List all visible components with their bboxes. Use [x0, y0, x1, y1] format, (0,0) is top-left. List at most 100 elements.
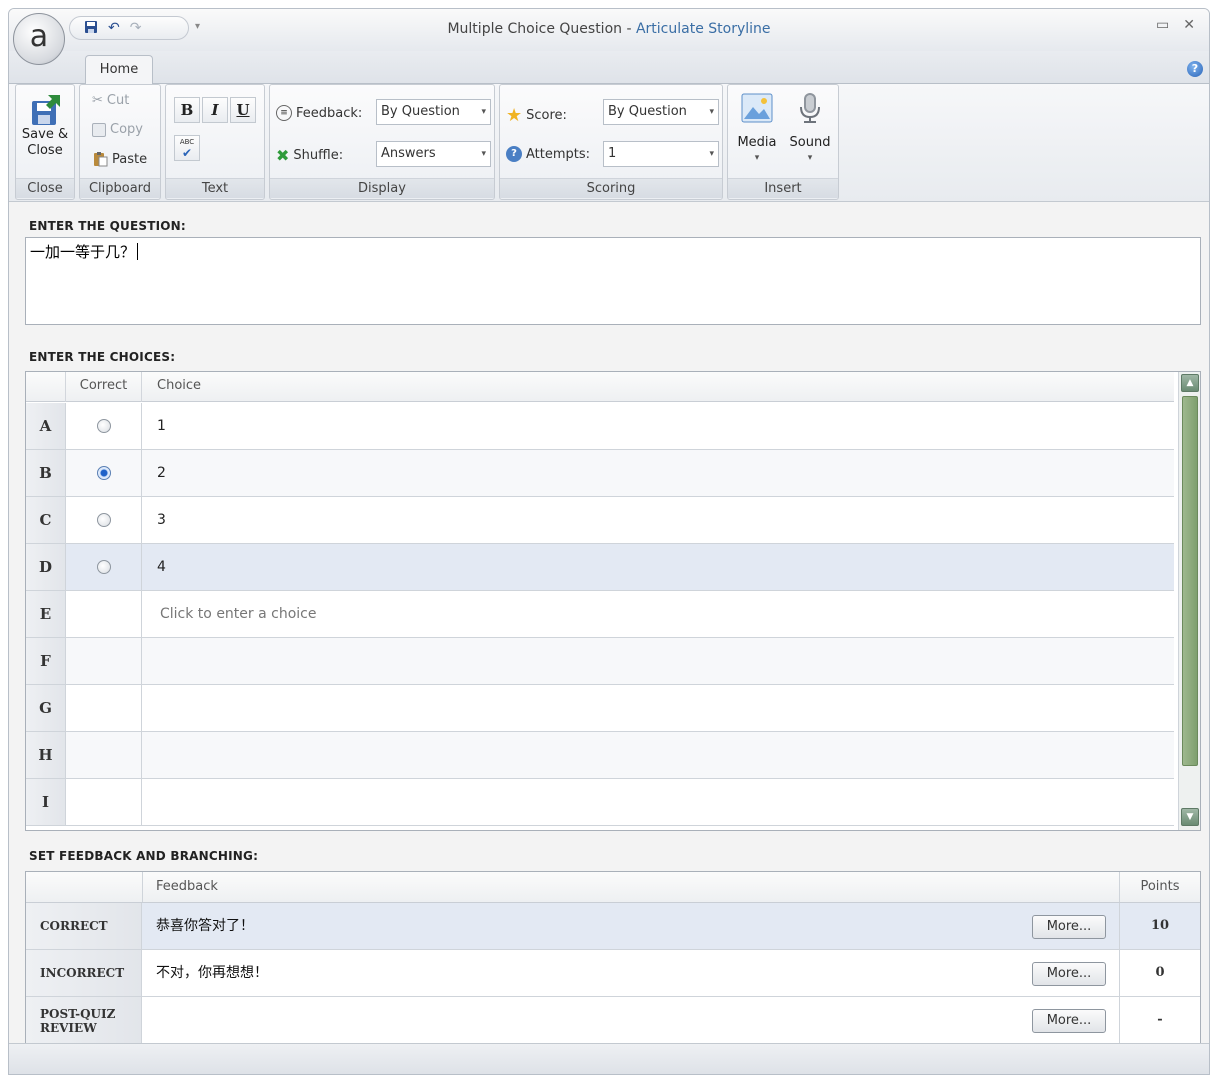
score-setting-label: ★ Score:	[506, 105, 567, 126]
scroll-up-icon[interactable]: ▲	[1181, 374, 1199, 392]
paste-button[interactable]: Paste	[92, 151, 147, 167]
correct-radio[interactable]	[96, 560, 111, 574]
scissors-icon: ✂	[92, 93, 103, 108]
text-caret	[137, 243, 139, 260]
choice-row[interactable]: C3	[26, 497, 1174, 544]
choices-header-row: Correct Choice	[26, 372, 1174, 402]
app-menu-button[interactable]: a	[13, 13, 65, 65]
media-button[interactable]: Media ▾	[732, 89, 782, 175]
document-title: Multiple Choice Question	[447, 21, 623, 37]
chevron-down-icon: ▾	[481, 149, 486, 159]
italic-button[interactable]: I	[202, 97, 228, 123]
help-icon[interactable]: ?	[1187, 61, 1203, 77]
choice-row[interactable]: G	[26, 685, 1174, 732]
app-window: a ↶ ↷ ▾ Multiple Choice Question - Artic…	[8, 8, 1210, 1075]
correct-radio[interactable]	[96, 513, 111, 527]
chevron-down-icon: ▾	[709, 107, 714, 117]
correct-cell	[66, 779, 142, 825]
cut-button[interactable]: ✂ Cut	[92, 93, 129, 108]
correct-radio[interactable]	[96, 419, 111, 433]
correct-cell	[66, 591, 142, 637]
copy-button[interactable]: Copy	[92, 122, 143, 137]
correct-cell	[66, 450, 142, 496]
choice-row[interactable]: F	[26, 638, 1174, 685]
points-value[interactable]: 0	[1119, 950, 1200, 996]
save-close-icon	[28, 93, 62, 127]
more-button[interactable]: More...	[1032, 1009, 1106, 1033]
chevron-down-icon: ▾	[709, 149, 714, 159]
choice-text[interactable]: 1	[142, 403, 1174, 449]
choice-row[interactable]: D4	[26, 544, 1174, 591]
choice-text[interactable]: Click to enter a choice	[142, 591, 1174, 637]
close-icon[interactable]: ✕	[1183, 17, 1195, 33]
choice-text[interactable]: 4	[142, 544, 1174, 590]
save-close-label-2: Close	[27, 143, 63, 158]
sound-button[interactable]: Sound ▾	[784, 89, 836, 175]
points-value[interactable]: -	[1119, 997, 1200, 1044]
correct-cell	[66, 403, 142, 449]
choice-text[interactable]: 3	[142, 497, 1174, 543]
insert-group: Media ▾ Sound ▾ Insert	[727, 84, 839, 200]
feedback-header-row: Feedback Points	[26, 872, 1200, 903]
question-text: 一加一等于几？	[30, 243, 136, 261]
minimize-icon[interactable]: ▭	[1156, 17, 1169, 33]
tab-home[interactable]: Home	[85, 55, 153, 85]
display-group: ≡ Feedback: By Question ▾ ✖ Shuffle: Answ…	[269, 84, 495, 200]
feedback-setting-label: ≡ Feedback:	[276, 105, 362, 121]
choice-row[interactable]: E Click to enter a choice	[26, 591, 1174, 638]
correct-radio-selected[interactable]	[96, 466, 111, 480]
more-button[interactable]: More...	[1032, 915, 1106, 939]
scroll-down-icon[interactable]: ▼	[1181, 808, 1199, 826]
choice-text[interactable]	[142, 685, 1174, 731]
paste-label: Paste	[112, 151, 148, 167]
choice-row[interactable]: B2	[26, 450, 1174, 497]
clipboard-group: ✂ Cut Copy Paste Clipboard	[79, 84, 161, 200]
display-group-label: Display	[270, 178, 494, 198]
choice-row[interactable]: I	[26, 779, 1174, 826]
status-bar	[9, 1043, 1209, 1074]
attempts-value: 1	[608, 146, 617, 161]
clipboard-group-label: Clipboard	[80, 178, 160, 198]
more-button[interactable]: More...	[1032, 962, 1106, 986]
points-value[interactable]: 10	[1119, 903, 1200, 949]
attempts-setting-label: ? Attempts:	[506, 146, 590, 162]
choice-row[interactable]: H	[26, 732, 1174, 779]
choice-text[interactable]: 2	[142, 450, 1174, 496]
spell-check-label: ABC	[179, 138, 195, 146]
feedback-section-label: SET FEEDBACK AND BRANCHING:	[29, 849, 259, 863]
copy-label: Copy	[110, 122, 143, 137]
feedback-text-input[interactable]: 恭喜你答对了！	[156, 903, 254, 949]
question-input[interactable]: 一加一等于几？	[25, 237, 1201, 325]
title-bar: a ↶ ↷ ▾ Multiple Choice Question - Artic…	[9, 9, 1209, 65]
attempts-dropdown[interactable]: 1 ▾	[603, 141, 719, 167]
choice-text[interactable]	[142, 779, 1174, 825]
choice-letter: A	[26, 403, 66, 449]
correct-cell	[66, 544, 142, 590]
choices-scrollbar[interactable]: ▲ ▼	[1178, 372, 1200, 830]
star-icon: ★	[506, 105, 523, 126]
bold-button[interactable]: B	[174, 97, 200, 123]
question-section-label: ENTER THE QUESTION:	[29, 219, 186, 233]
save-close-button[interactable]: Save & Close	[20, 91, 70, 175]
choice-row[interactable]: A1	[26, 403, 1174, 450]
choice-text[interactable]	[142, 638, 1174, 684]
media-image-icon	[740, 91, 774, 125]
score-dropdown[interactable]: By Question ▾	[603, 99, 719, 125]
text-group: B I U ABC ✔ Text	[165, 84, 265, 200]
underline-button[interactable]: U	[230, 97, 256, 123]
insert-group-label: Insert	[728, 178, 838, 198]
copy-icon	[92, 122, 106, 137]
choice-text[interactable]	[142, 732, 1174, 778]
feedback-value: By Question	[381, 104, 460, 119]
correct-cell	[66, 685, 142, 731]
shuffle-dropdown[interactable]: Answers ▾	[376, 141, 491, 167]
feedback-label: Feedback:	[296, 105, 363, 121]
chevron-down-icon: ▾	[481, 107, 486, 117]
choice-letter: D	[26, 544, 66, 590]
feedback-dropdown[interactable]: By Question ▾	[376, 99, 491, 125]
correct-cell	[66, 732, 142, 778]
spell-check-button[interactable]: ABC ✔	[174, 135, 200, 161]
scrollbar-thumb[interactable]	[1182, 396, 1198, 766]
feedback-text-input[interactable]: 不对，你再想想！	[156, 950, 268, 996]
feedback-column-divider	[142, 872, 143, 902]
